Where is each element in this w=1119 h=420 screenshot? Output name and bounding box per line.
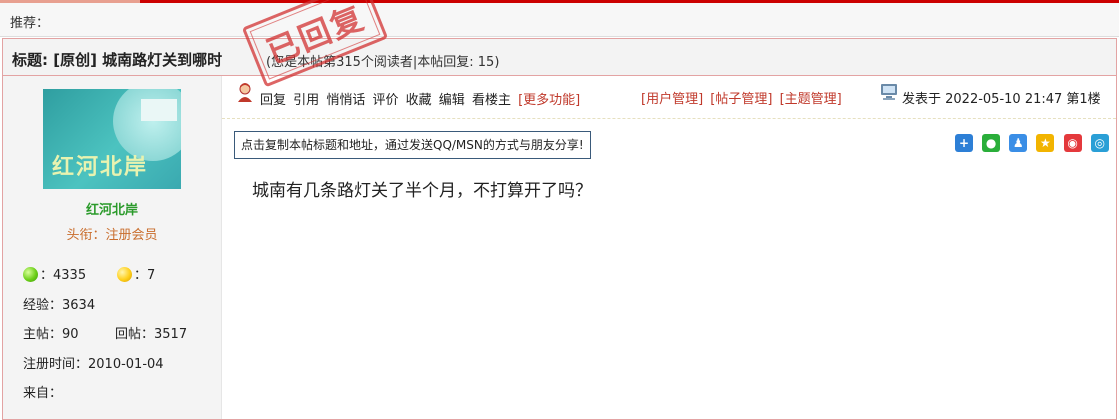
topics-label: 主帖：	[23, 327, 63, 342]
post-card: 标题: [原创] 城南路灯关到哪时 (您是本帖第315个阅读者|本帖回复: 15…	[2, 0, 1117, 420]
rate-link[interactable]: 评价	[372, 93, 398, 108]
recommend-label: 推荐：	[10, 16, 50, 31]
copy-share-button[interactable]: 点击复制本帖标题和地址，通过发送QQ/MSN的方式与朋友分享!	[234, 131, 591, 159]
qzone-icon[interactable]: ★	[1036, 134, 1055, 152]
user-management-link[interactable]: [用户管理]	[641, 92, 703, 107]
post-management-link[interactable]: [帖子管理]	[710, 92, 772, 107]
post-content: 回复 引用 悄悄话 评价 收藏 编辑 看楼主 [更多功能] [用户管理] [帖子…	[222, 76, 1116, 419]
more-functions-link[interactable]: [更多功能]	[518, 93, 580, 108]
replies-count: 回帖：3517	[115, 323, 187, 342]
post-toolbar: 回复 引用 悄悄话 评价 收藏 编辑 看楼主 [更多功能] [用户管理] [帖子…	[222, 76, 1116, 119]
replies-label: 回帖：	[115, 327, 155, 342]
view-op-only-link[interactable]: 看楼主	[472, 93, 511, 108]
post-stats: (您是本帖第315个阅读者|本帖回复: 15)	[266, 55, 500, 70]
avatar[interactable]: 红河北岸	[43, 89, 181, 189]
private-message-link[interactable]: 悄悄话	[326, 93, 365, 108]
post-body: 城南有几条路灯关了半个月，不打算开了吗？	[252, 181, 592, 201]
yellow-points-value: ：7	[134, 268, 156, 283]
yellow-points: ：7	[117, 264, 155, 283]
add-share-icon[interactable]: +	[955, 134, 973, 152]
author-sidebar: 红河北岸 红河北岸 头衔：注册会员 ：4335 ：7 经验：3634 主帖：90…	[3, 76, 222, 419]
author-name[interactable]: 红河北岸	[3, 199, 221, 218]
quote-link[interactable]: 引用	[293, 93, 319, 108]
avatar-frame	[141, 99, 177, 121]
recommend-bar: 推荐：	[0, 3, 1119, 37]
from-location: 来自：	[23, 386, 63, 401]
computer-icon	[881, 84, 897, 100]
wechat-icon[interactable]: ●	[982, 134, 1001, 152]
share-icons: + ● ♟ ★ ◉ ◎	[955, 134, 1114, 154]
green-points: ：4335	[23, 264, 86, 283]
yellow-ball-icon	[117, 267, 132, 282]
tencent-weibo-icon[interactable]: ◎	[1090, 134, 1109, 152]
management-links: [用户管理] [帖子管理] [主题管理]	[641, 88, 845, 107]
qq-icon[interactable]: ♟	[1009, 134, 1028, 152]
post-title-bar: 标题: [原创] 城南路灯关到哪时 (您是本帖第315个阅读者|本帖回复: 15…	[3, 0, 1116, 88]
topic-management-link[interactable]: [主题管理]	[780, 92, 842, 107]
replies-value: 3517	[154, 327, 188, 342]
experience: 经验：3634	[23, 298, 96, 313]
green-points-value: ：4335	[40, 268, 87, 283]
author-title: 头衔：注册会员	[66, 228, 158, 243]
reply-link[interactable]: 回复	[260, 93, 286, 108]
topics-count: 主帖：90	[23, 323, 79, 342]
favorite-link[interactable]: 收藏	[406, 93, 432, 108]
post-title: 标题: [原创] 城南路灯关到哪时	[12, 51, 223, 69]
posted-time: 发表于 2022-05-10 21:47 第1楼	[902, 92, 1101, 107]
user-icon	[238, 83, 252, 102]
green-ball-icon	[23, 267, 38, 282]
topics-value: 90	[62, 327, 79, 342]
edit-link[interactable]: 编辑	[439, 93, 465, 108]
weibo-icon[interactable]: ◉	[1063, 134, 1082, 152]
post-actions: 回复 引用 悄悄话 评价 收藏 编辑 看楼主 [更多功能]	[260, 89, 583, 108]
avatar-text: 红河北岸	[52, 154, 149, 180]
registered-date: 注册时间：2010-01-04	[23, 357, 164, 372]
